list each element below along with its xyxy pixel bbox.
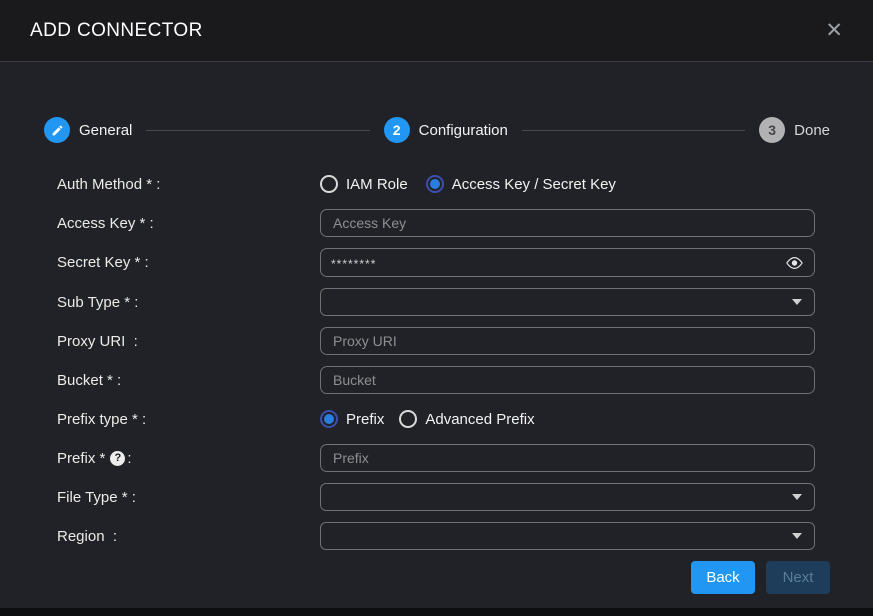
auth-method-label: Auth Method * : <box>57 176 320 193</box>
step-general[interactable]: General <box>44 117 132 143</box>
form-row-access-key: Access Key * : <box>57 209 815 237</box>
form-row-secret-key: Secret Key * : <box>57 248 815 277</box>
eye-icon[interactable] <box>785 256 804 270</box>
chevron-down-icon <box>792 533 802 539</box>
radio-advanced-prefix[interactable]: Advanced Prefix <box>399 410 534 428</box>
next-button[interactable]: Next <box>766 561 830 594</box>
proxy-uri-input[interactable] <box>320 327 815 355</box>
file-type-select[interactable] <box>320 483 815 511</box>
sub-type-label: Sub Type * : <box>57 294 320 311</box>
secret-key-label: Secret Key * : <box>57 254 320 271</box>
prefix-type-radio-group: Prefix Advanced Prefix <box>320 410 815 428</box>
step-general-label: General <box>79 122 132 139</box>
radio-icon <box>320 175 338 193</box>
form-row-file-type: File Type * : <box>57 483 815 511</box>
radio-access-key-label: Access Key / Secret Key <box>452 176 616 193</box>
access-key-label: Access Key * : <box>57 215 320 232</box>
add-connector-dialog: ADD CONNECTOR ✕ General 2 Configuration … <box>0 0 873 616</box>
pencil-icon <box>51 124 64 137</box>
form-row-bucket: Bucket * : <box>57 366 815 394</box>
step-configuration-label: Configuration <box>419 122 508 139</box>
form-row-prefix-type: Prefix type * : Prefix Advanced Prefix <box>57 405 815 433</box>
auth-method-radio-group: IAM Role Access Key / Secret Key <box>320 175 815 193</box>
proxy-uri-label: Proxy URI : <box>57 333 320 350</box>
file-type-label: File Type * : <box>57 489 320 506</box>
chevron-down-icon <box>792 299 802 305</box>
secret-key-input[interactable] <box>331 254 785 271</box>
sub-type-select[interactable] <box>320 288 815 316</box>
help-icon[interactable]: ? <box>110 451 125 466</box>
configuration-form: Auth Method * : IAM Role Access Key / Se… <box>57 170 815 550</box>
radio-icon-selected <box>320 410 338 428</box>
step-general-circle <box>44 117 70 143</box>
back-button[interactable]: Back <box>691 561 755 594</box>
step-done-circle: 3 <box>759 117 785 143</box>
radio-iam-role-label: IAM Role <box>346 176 408 193</box>
bucket-label: Bucket * : <box>57 372 320 389</box>
radio-advanced-prefix-label: Advanced Prefix <box>425 411 534 428</box>
step-done-label: Done <box>794 122 830 139</box>
form-row-region: Region : <box>57 522 815 550</box>
radio-iam-role[interactable]: IAM Role <box>320 175 408 193</box>
dialog-title: ADD CONNECTOR <box>30 20 203 42</box>
radio-access-key-secret-key[interactable]: Access Key / Secret Key <box>426 175 616 193</box>
form-row-sub-type: Sub Type * : <box>57 288 815 316</box>
secret-key-field <box>320 248 815 277</box>
dialog-actions: Back Next <box>0 561 830 594</box>
form-row-auth-method: Auth Method * : IAM Role Access Key / Se… <box>57 170 815 198</box>
form-row-prefix: Prefix * ? : <box>57 444 815 472</box>
dialog-header: ADD CONNECTOR ✕ <box>0 0 873 62</box>
radio-icon-selected <box>426 175 444 193</box>
region-label: Region : <box>57 528 320 545</box>
bucket-input[interactable] <box>320 366 815 394</box>
close-icon[interactable]: ✕ <box>825 20 843 41</box>
radio-icon <box>399 410 417 428</box>
step-configuration-circle: 2 <box>384 117 410 143</box>
chevron-down-icon <box>792 494 802 500</box>
step-configuration[interactable]: 2 Configuration <box>384 117 508 143</box>
prefix-input[interactable] <box>320 444 815 472</box>
wizard-stepper: General 2 Configuration 3 Done <box>44 117 830 143</box>
stepper-connector <box>146 130 369 131</box>
prefix-label: Prefix * ? : <box>57 450 320 467</box>
radio-prefix-label: Prefix <box>346 411 384 428</box>
radio-prefix[interactable]: Prefix <box>320 410 384 428</box>
dialog-bottom-edge <box>0 608 873 616</box>
region-select[interactable] <box>320 522 815 550</box>
stepper-connector <box>522 130 745 131</box>
prefix-label-colon: : <box>127 450 131 467</box>
prefix-type-label: Prefix type * : <box>57 411 320 428</box>
access-key-input[interactable] <box>320 209 815 237</box>
form-row-proxy-uri: Proxy URI : <box>57 327 815 355</box>
step-done: 3 Done <box>759 117 830 143</box>
prefix-label-text: Prefix * <box>57 450 105 467</box>
